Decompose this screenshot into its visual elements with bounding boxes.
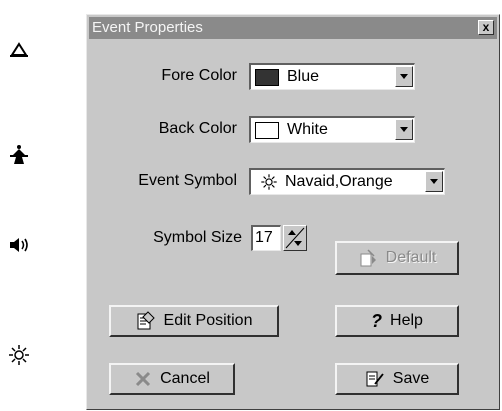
save-button[interactable]: Save bbox=[335, 363, 459, 395]
help-icon: ? bbox=[371, 310, 383, 331]
sun-icon[interactable] bbox=[6, 344, 32, 366]
fore-color-dropdown-button[interactable] bbox=[395, 66, 413, 87]
bell-icon[interactable] bbox=[6, 40, 32, 62]
event-symbol-select[interactable]: Navaid,Orange bbox=[249, 168, 445, 195]
event-symbol-dropdown-button[interactable] bbox=[425, 171, 443, 192]
edit-position-button[interactable]: Edit Position bbox=[109, 305, 279, 337]
back-color-select[interactable]: White bbox=[249, 116, 415, 143]
cancel-icon bbox=[136, 371, 151, 387]
back-color-label: Back Color bbox=[158, 120, 237, 137]
event-properties-dialog: Event Properties x Fore Color Blue Back … bbox=[86, 14, 500, 410]
back-color-swatch bbox=[255, 122, 279, 139]
default-button-label: Default bbox=[385, 249, 437, 266]
edit-position-icon bbox=[137, 311, 155, 330]
edit-position-label: Edit Position bbox=[163, 312, 253, 329]
fore-color-swatch bbox=[255, 69, 279, 86]
event-symbol-label: Event Symbol bbox=[138, 172, 237, 189]
default-button[interactable]: Default bbox=[335, 241, 459, 275]
spin-arrows-icon bbox=[285, 227, 305, 249]
symbol-size-label: Symbol Size bbox=[153, 229, 242, 246]
tower-icon[interactable] bbox=[6, 143, 32, 165]
back-color-dropdown-button[interactable] bbox=[395, 119, 413, 140]
event-symbol-value: Navaid,Orange bbox=[285, 173, 393, 190]
fore-color-label: Fore Color bbox=[161, 67, 237, 84]
help-button[interactable]: ? Help bbox=[335, 305, 459, 337]
sun-icon bbox=[261, 174, 277, 190]
speaker-icon[interactable] bbox=[6, 234, 32, 256]
symbol-size-spinner[interactable] bbox=[283, 225, 307, 251]
fore-color-select[interactable]: Blue bbox=[249, 63, 415, 90]
cancel-button-label: Cancel bbox=[160, 370, 210, 387]
wand-icon bbox=[360, 249, 376, 267]
back-color-value: White bbox=[287, 121, 328, 138]
fore-color-value: Blue bbox=[287, 68, 320, 85]
close-button[interactable]: x bbox=[478, 20, 494, 35]
symbol-size-input[interactable]: 17 bbox=[251, 225, 281, 251]
save-icon bbox=[366, 371, 384, 387]
help-button-label: Help bbox=[390, 312, 423, 329]
save-button-label: Save bbox=[392, 370, 430, 387]
dialog-title: Event Properties bbox=[92, 19, 203, 36]
dialog-titlebar: Event Properties x bbox=[89, 17, 497, 39]
cancel-button[interactable]: Cancel bbox=[109, 363, 235, 395]
